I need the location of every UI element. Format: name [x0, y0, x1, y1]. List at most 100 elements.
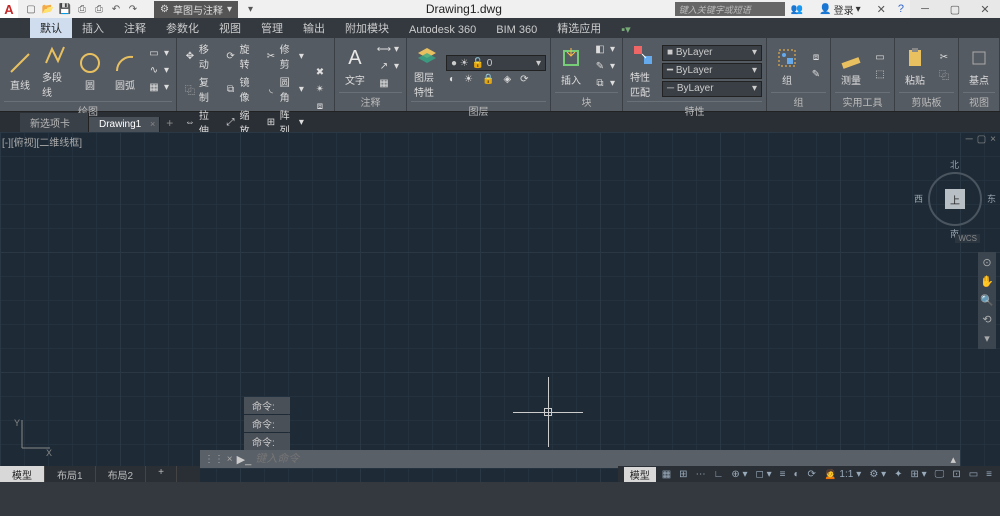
status-gear-icon[interactable]: ⚙ ▾ [867, 469, 888, 480]
linetype-dropdown[interactable]: ─ ByLayer▾ [662, 81, 762, 97]
cmdline-recent-icon[interactable]: ▴ [950, 453, 956, 466]
status-model-button[interactable]: 模型 [624, 467, 656, 482]
panel-group-label[interactable]: 组 [771, 92, 826, 109]
layer-tool-5[interactable]: ⟳ [517, 73, 531, 86]
help-icon[interactable]: ? [898, 3, 904, 15]
panel-view-label[interactable]: 视图 [963, 92, 995, 109]
viewcube-top-face[interactable]: 上 [945, 189, 965, 209]
vp-minimize-icon[interactable]: ─ [966, 134, 973, 145]
status-ortho-icon[interactable]: ∟ [712, 469, 726, 480]
new-tab-button[interactable]: + [160, 114, 179, 132]
move-button[interactable]: ✥移动 [181, 40, 219, 72]
status-lineweight-icon[interactable]: ≡ [778, 469, 788, 480]
cut-button[interactable]: ✂ [934, 50, 954, 66]
status-annoscale-icon[interactable]: 🙍 1:1 ▾ [822, 469, 863, 480]
tab-start[interactable]: 新选项卡 [20, 113, 89, 132]
panel-props-label[interactable]: 特性 [627, 101, 762, 118]
lineweight-dropdown[interactable]: ━ ByLayer▾ [662, 63, 762, 79]
layout-tab-layout2[interactable]: 布局2 [96, 466, 147, 482]
ribbon-tab-view[interactable]: 视图 [209, 18, 251, 38]
layer-tool-4[interactable]: ◈ [500, 73, 514, 86]
viewcube-east[interactable]: 东 [987, 192, 996, 205]
util-2[interactable]: ⬚ [870, 67, 890, 83]
panel-layers-label[interactable]: 图层 [411, 101, 546, 118]
insert-block-button[interactable]: 插入 [555, 43, 587, 89]
ribbon-tab-featured[interactable]: 精选应用 [547, 18, 611, 38]
close-tab-icon[interactable]: × [150, 119, 155, 129]
app-logo[interactable]: A [0, 0, 18, 18]
trim-button[interactable]: ✂修剪 ▾ [262, 40, 307, 72]
ribbon-tab-parametric[interactable]: 参数化 [156, 18, 209, 38]
group-button[interactable]: 组 [771, 43, 803, 89]
wcs-label[interactable]: WCS [955, 234, 980, 243]
status-osnap-icon[interactable]: ◻ ▾ [754, 469, 774, 480]
ribbon-tab-a360[interactable]: Autodesk 360 [399, 22, 486, 38]
table-button[interactable]: ▦ [374, 75, 402, 91]
modify-misc-1[interactable]: ✖ [310, 64, 330, 80]
panel-clip-label[interactable]: 剪贴板 [899, 92, 954, 109]
ungroup-button[interactable]: ⧈ [806, 50, 826, 66]
nav-fullnav-icon[interactable]: ⊙ [982, 256, 991, 269]
group-edit-button[interactable]: ✎ [806, 67, 826, 83]
panel-util-label[interactable]: 实用工具 [835, 92, 890, 109]
workspace-switcher[interactable]: ⚙ 草图与注释 ▾ [154, 1, 238, 18]
base-button[interactable]: 基点 [963, 43, 995, 89]
status-clean-icon[interactable]: ▭ [967, 469, 980, 480]
command-input[interactable] [255, 453, 946, 465]
status-polar-icon[interactable]: ⊕ ▾ [729, 469, 749, 480]
util-1[interactable]: ▭ [870, 50, 890, 66]
viewcube-north[interactable]: 北 [950, 158, 959, 171]
qat-saveas-icon[interactable]: ⎙ [75, 2, 89, 16]
status-monitor-icon[interactable]: 🖵 [933, 469, 947, 480]
nav-orbit-icon[interactable]: ⟲ [982, 313, 991, 326]
exchange-icon[interactable]: ✕ [877, 3, 886, 16]
dim-linear[interactable]: ⟷▾ [374, 41, 402, 57]
measure-button[interactable]: 测量 [835, 43, 867, 89]
layout-tab-model[interactable]: 模型 [0, 466, 45, 482]
minimize-button[interactable]: ─ [910, 0, 940, 18]
maximize-button[interactable]: ▢ [940, 0, 970, 18]
qat-new-icon[interactable]: ▢ [24, 2, 38, 16]
leader-button[interactable]: ↗▾ [374, 58, 402, 74]
vp-close-icon[interactable]: × [990, 134, 996, 145]
mirror-button[interactable]: ⧉镜像 [222, 73, 260, 105]
layer-tool-1[interactable]: ◐ [446, 73, 458, 86]
draw-misc-3[interactable]: ▦▾ [144, 80, 172, 96]
draw-misc-1[interactable]: ▭▾ [144, 46, 172, 62]
ucs-icon[interactable]: X Y [14, 416, 54, 456]
color-dropdown[interactable]: ■ ByLayer▾ [662, 45, 762, 61]
block-create[interactable]: ◧▾ [590, 41, 618, 57]
qat-redo-icon[interactable]: ↷ [126, 2, 140, 16]
layout-tab-layout1[interactable]: 布局1 [45, 466, 96, 482]
copy-button[interactable]: ⿻复制 [181, 73, 219, 105]
tab-drawing1[interactable]: Drawing1× [89, 117, 160, 132]
status-custom-icon[interactable]: ≡ [984, 469, 994, 480]
status-hardware-icon[interactable]: ⊡ [950, 469, 962, 480]
viewcube-west[interactable]: 西 [914, 192, 923, 205]
copy-clip-button[interactable]: ⿻ [934, 67, 954, 83]
viewport-label[interactable]: [-][俯视][二维线框] [2, 134, 82, 149]
modify-misc-3[interactable]: ⧈ [310, 98, 330, 114]
close-button[interactable]: ✕ [970, 0, 1000, 18]
fillet-button[interactable]: ◟圆角 ▾ [262, 73, 307, 105]
layer-props-button[interactable]: 图层特性 [411, 40, 443, 101]
match-props-button[interactable]: 特性匹配 [627, 40, 659, 101]
panel-annot-label[interactable]: 注释 [339, 92, 402, 109]
viewcube[interactable]: 上 北 南 东 西 [928, 172, 982, 226]
line-button[interactable]: 直线 [4, 48, 36, 94]
arc-button[interactable]: 圆弧 [109, 48, 141, 94]
layer-tool-3[interactable]: 🔒 [479, 73, 497, 86]
status-dots-icon[interactable]: ⋯ [694, 469, 708, 480]
search-input[interactable]: 键入关键字或短语 [675, 2, 785, 16]
ribbon-tab-output[interactable]: 输出 [293, 18, 335, 38]
infocenter-icon[interactable]: 👥 [791, 4, 803, 15]
qat-open-icon[interactable]: 📂 [41, 2, 55, 16]
qat-plot-icon[interactable]: ⎙ [92, 2, 106, 16]
cmdline-handle-icon[interactable]: ⋮⋮ × [204, 454, 233, 465]
draw-misc-2[interactable]: ∿▾ [144, 63, 172, 79]
modify-misc-2[interactable]: ✴ [310, 81, 330, 97]
ribbon-tab-default[interactable]: 默认 [30, 18, 72, 38]
ribbon-tab-bim360[interactable]: BIM 360 [486, 22, 547, 38]
block-edit[interactable]: ✎▾ [590, 58, 618, 74]
nav-zoom-icon[interactable]: 🔍 [980, 294, 994, 307]
